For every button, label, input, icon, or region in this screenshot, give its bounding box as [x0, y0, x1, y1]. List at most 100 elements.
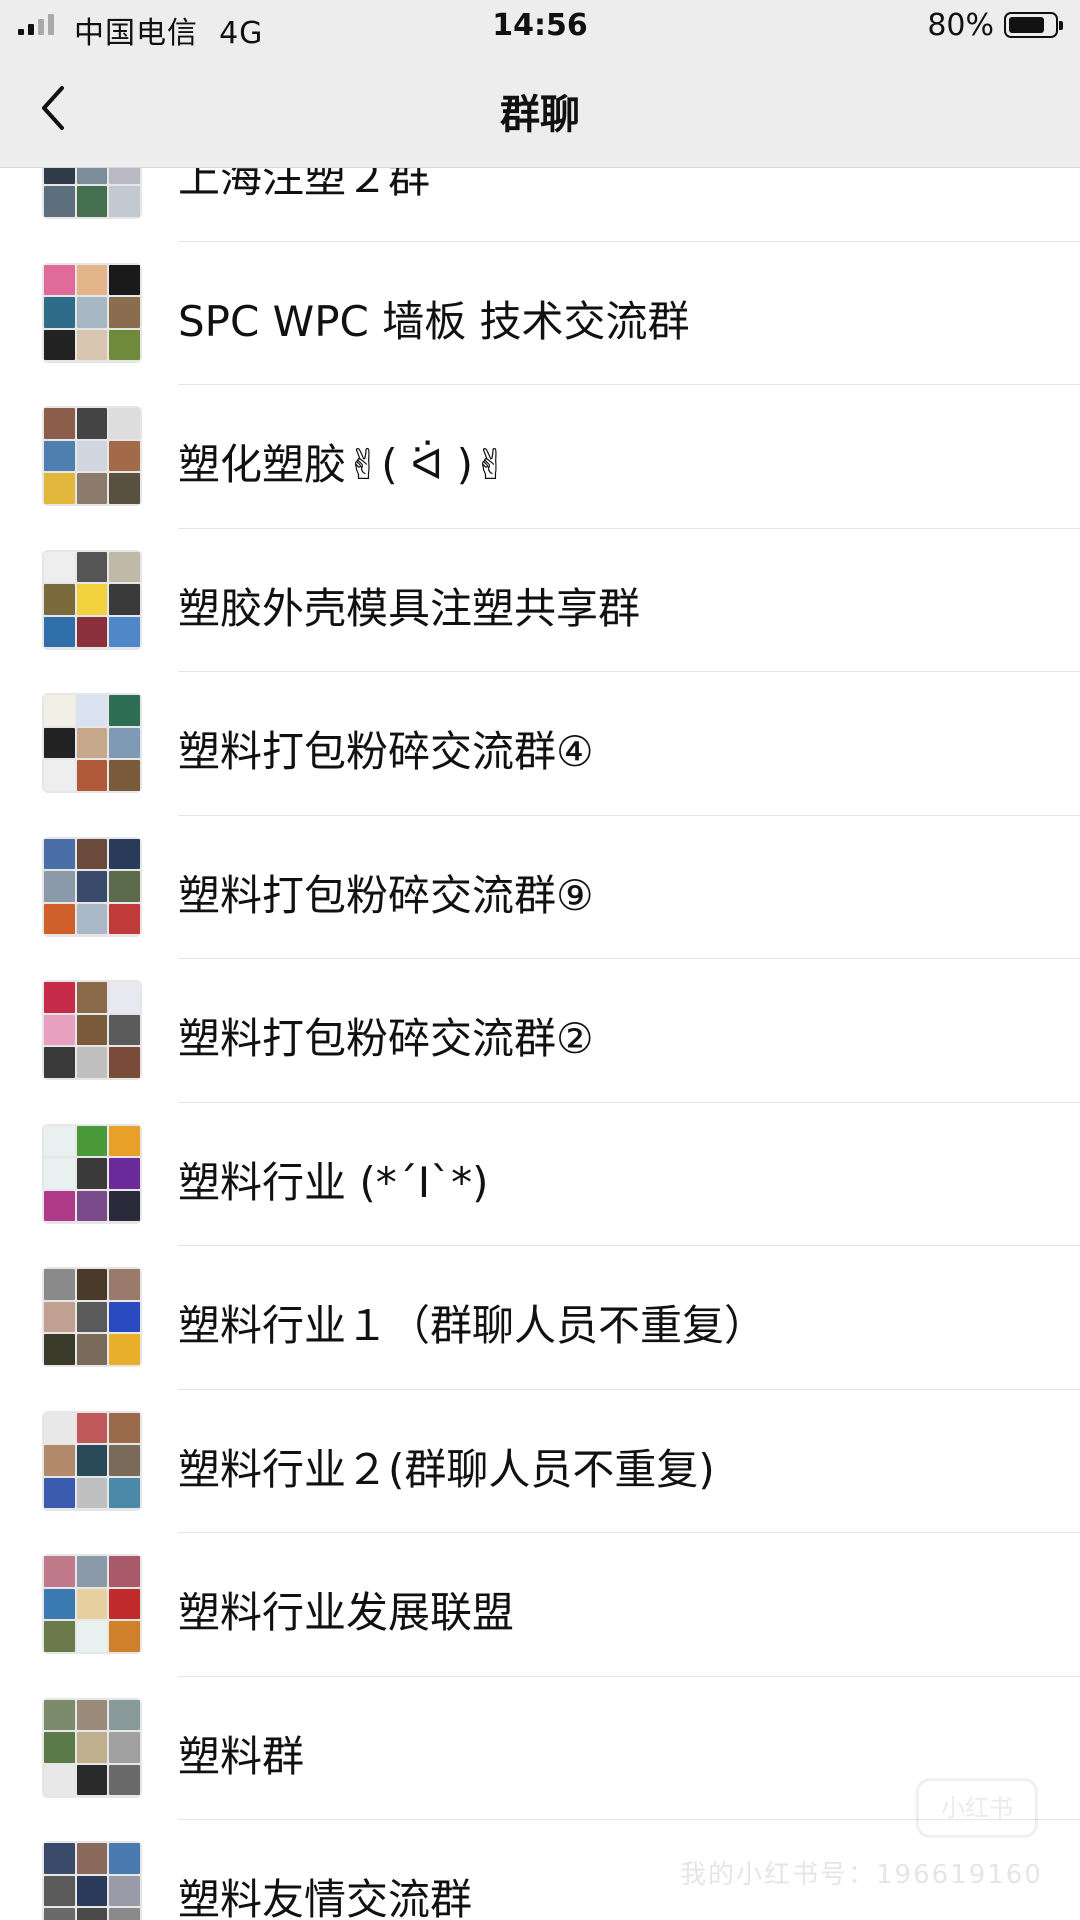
member-avatar-thumbnail — [109, 1875, 140, 1907]
member-avatar-thumbnail — [109, 1158, 140, 1189]
member-avatar-thumbnail — [109, 1412, 140, 1444]
member-avatar-thumbnail — [76, 1588, 108, 1620]
member-avatar-thumbnail — [109, 264, 140, 296]
group-chat-item[interactable]: 塑化塑胶✌( ᐛ )✌ — [0, 385, 1080, 529]
group-chat-item[interactable]: 塑料行业 (*´I`*) — [0, 1103, 1080, 1246]
member-avatar-thumbnail — [109, 584, 140, 615]
group-name: 塑胶外壳模具注塑共享群 — [178, 583, 641, 633]
member-avatar-thumbnail — [44, 1621, 75, 1652]
group-name: 塑料行业发展联盟 — [178, 1588, 515, 1637]
member-avatar-thumbnail — [76, 871, 108, 902]
member-avatar-thumbnail — [76, 408, 108, 439]
member-avatar-thumbnail — [44, 1875, 75, 1907]
group-chat-item[interactable]: 上海注塑２群 — [0, 164, 1080, 242]
member-avatar-thumbnail — [44, 584, 75, 615]
group-chat-item[interactable]: SPC WPC 墙板 技术交流群 — [0, 242, 1080, 385]
member-avatar-thumbnail — [109, 1843, 140, 1874]
group-avatar — [42, 262, 142, 363]
group-name: 塑料群 — [178, 1731, 305, 1781]
watermark-text: 我的小红书号：196619160 — [680, 1860, 1043, 1890]
member-avatar-thumbnail — [44, 1445, 75, 1476]
member-avatar-thumbnail — [109, 473, 140, 504]
member-avatar-thumbnail — [44, 982, 75, 1013]
member-avatar-thumbnail — [76, 1699, 108, 1731]
member-avatar-thumbnail — [76, 1477, 108, 1509]
member-avatar-thumbnail — [109, 871, 140, 902]
member-avatar-thumbnail — [109, 1588, 140, 1620]
page-title: 群聊 — [500, 92, 580, 138]
member-avatar-thumbnail — [44, 1269, 75, 1300]
status-bar: 中国电信 4G 14:56 80% — [0, 0, 1080, 52]
member-avatar-thumbnail — [76, 584, 108, 615]
member-avatar-thumbnail — [44, 1764, 75, 1796]
member-avatar-thumbnail — [44, 1588, 75, 1620]
group-chat-item[interactable]: 塑胶外壳模具注塑共享群 — [0, 529, 1080, 672]
group-chat-item[interactable]: 塑料打包粉碎交流群④ — [0, 672, 1080, 816]
member-avatar-thumbnail — [109, 1334, 140, 1365]
watermark-logo: 小红书 — [916, 1778, 1038, 1838]
group-chat-item[interactable]: 塑料行业２(群聊人员不重复) — [0, 1390, 1080, 1533]
member-avatar-thumbnail — [109, 329, 140, 361]
group-name: 塑料友情交流群 — [178, 1875, 473, 1920]
member-avatar-thumbnail — [76, 329, 108, 361]
member-avatar-thumbnail — [76, 551, 108, 583]
group-chat-item[interactable]: 塑料打包粉碎交流群② — [0, 959, 1080, 1103]
battery-percentage: 80% — [927, 8, 994, 43]
member-avatar-thumbnail — [44, 329, 75, 361]
member-avatar-thumbnail — [109, 760, 140, 791]
member-avatar-thumbnail — [76, 473, 108, 504]
group-avatar — [42, 1554, 142, 1654]
member-avatar-thumbnail — [109, 408, 140, 439]
member-avatar-thumbnail — [109, 695, 140, 726]
member-avatar-thumbnail — [76, 186, 108, 217]
member-avatar-thumbnail — [109, 1014, 140, 1046]
member-avatar-thumbnail — [44, 264, 75, 296]
group-chat-item[interactable]: 塑料行业发展联盟 — [0, 1533, 1080, 1677]
member-avatar-thumbnail — [44, 408, 75, 439]
member-avatar-thumbnail — [76, 297, 108, 328]
group-name: 塑料行业１（群聊人员不重复） — [178, 1301, 767, 1350]
group-avatar — [42, 549, 142, 650]
member-avatar-thumbnail — [44, 440, 75, 472]
member-avatar-thumbnail — [76, 1732, 108, 1763]
member-avatar-thumbnail — [76, 616, 108, 648]
member-avatar-thumbnail — [76, 1445, 108, 1476]
group-avatar — [42, 693, 142, 793]
member-avatar-thumbnail — [109, 1125, 140, 1157]
group-name: SPC WPC 墙板 技术交流群 — [178, 296, 690, 346]
group-avatar — [42, 980, 142, 1080]
member-avatar-thumbnail — [76, 1764, 108, 1796]
member-avatar-thumbnail — [109, 186, 140, 217]
member-avatar-thumbnail — [76, 1334, 108, 1365]
group-chat-item[interactable]: 塑料行业１（群聊人员不重复） — [0, 1246, 1080, 1390]
member-avatar-thumbnail — [44, 695, 75, 726]
member-avatar-thumbnail — [44, 1014, 75, 1046]
member-avatar-thumbnail — [109, 297, 140, 328]
member-avatar-thumbnail — [76, 264, 108, 296]
member-avatar-thumbnail — [109, 903, 140, 935]
member-avatar-thumbnail — [109, 982, 140, 1013]
member-avatar-thumbnail — [44, 1301, 75, 1333]
member-avatar-thumbnail — [76, 1158, 108, 1189]
group-name: 塑料行业 (*´I`*) — [178, 1157, 489, 1207]
group-name: 塑料行业２(群聊人员不重复) — [178, 1444, 715, 1494]
group-avatar — [42, 1410, 142, 1511]
member-avatar-thumbnail — [44, 1699, 75, 1731]
member-avatar-thumbnail — [76, 1190, 108, 1222]
member-avatar-thumbnail — [44, 760, 75, 791]
group-chat-item[interactable]: 塑料打包粉碎交流群⑨ — [0, 816, 1080, 959]
member-avatar-thumbnail — [44, 297, 75, 328]
member-avatar-thumbnail — [44, 1732, 75, 1763]
group-name: 塑料打包粉碎交流群⑨ — [178, 870, 594, 920]
battery-level-fill — [1009, 17, 1044, 33]
group-avatar — [42, 1697, 142, 1798]
member-avatar-thumbnail — [44, 838, 75, 870]
member-avatar-thumbnail — [109, 1445, 140, 1476]
member-avatar-thumbnail — [109, 727, 140, 759]
member-avatar-thumbnail — [76, 1908, 108, 1920]
group-chat-list[interactable]: 上海注塑２群 SPC WPC 墙板 技术交流群塑化塑胶✌( ᐛ )✌ 塑胶外壳模具注… — [0, 164, 1080, 1920]
group-name: 塑料打包粉碎交流群④ — [178, 727, 594, 776]
member-avatar-thumbnail — [109, 1047, 140, 1078]
member-avatar-thumbnail — [44, 473, 75, 504]
member-avatar-thumbnail — [76, 727, 108, 759]
